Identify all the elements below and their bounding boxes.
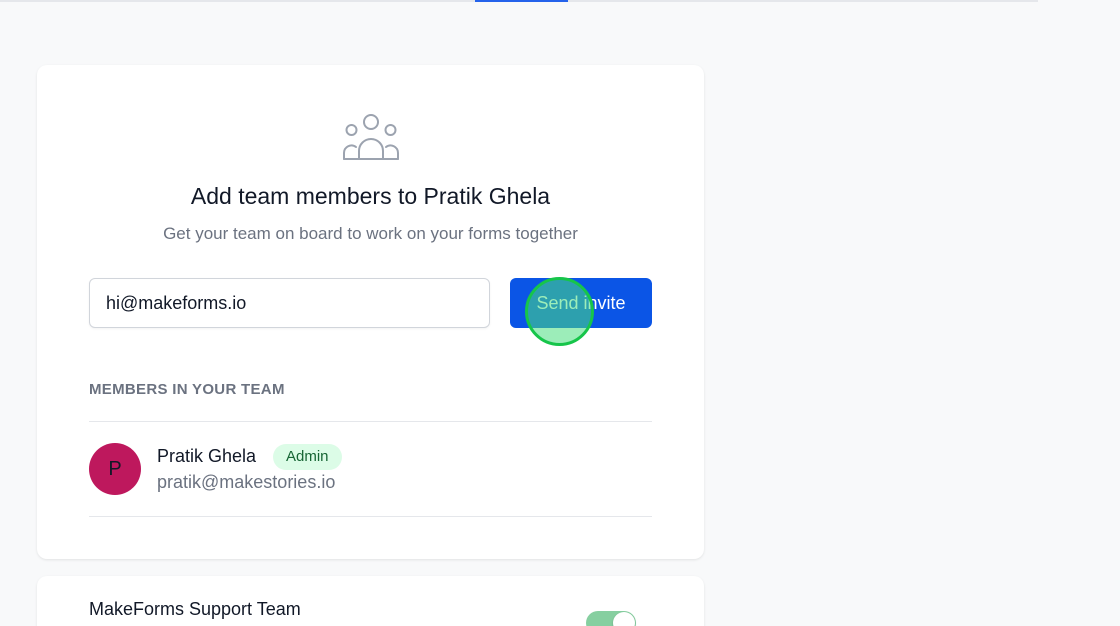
role-badge: Admin: [273, 444, 342, 470]
divider: [89, 421, 652, 422]
member-name: Pratik Ghela: [157, 446, 257, 466]
support-team-card: MakeForms Support Team: [37, 576, 704, 626]
add-team-members-card: Add team members to Pratik Ghela Get you…: [37, 65, 704, 559]
support-team-title: MakeForms Support Team: [89, 599, 301, 619]
invite-email-input[interactable]: [89, 278, 490, 328]
support-team-toggle[interactable]: [586, 611, 636, 626]
users-group-icon: [343, 114, 399, 160]
divider: [89, 516, 652, 517]
members-section-heading: MEMBERS IN YOUR TEAM: [89, 381, 285, 398]
avatar: P: [89, 443, 141, 495]
page-title: Add team members to Pratik Ghela: [190, 183, 551, 209]
send-invite-button[interactable]: Send invite: [510, 278, 652, 328]
active-tab-indicator: [475, 0, 568, 2]
page-subtitle: Get your team on board to work on your f…: [163, 224, 578, 243]
toggle-knob: [613, 612, 635, 626]
member-email: pratik@makestories.io: [157, 472, 336, 492]
